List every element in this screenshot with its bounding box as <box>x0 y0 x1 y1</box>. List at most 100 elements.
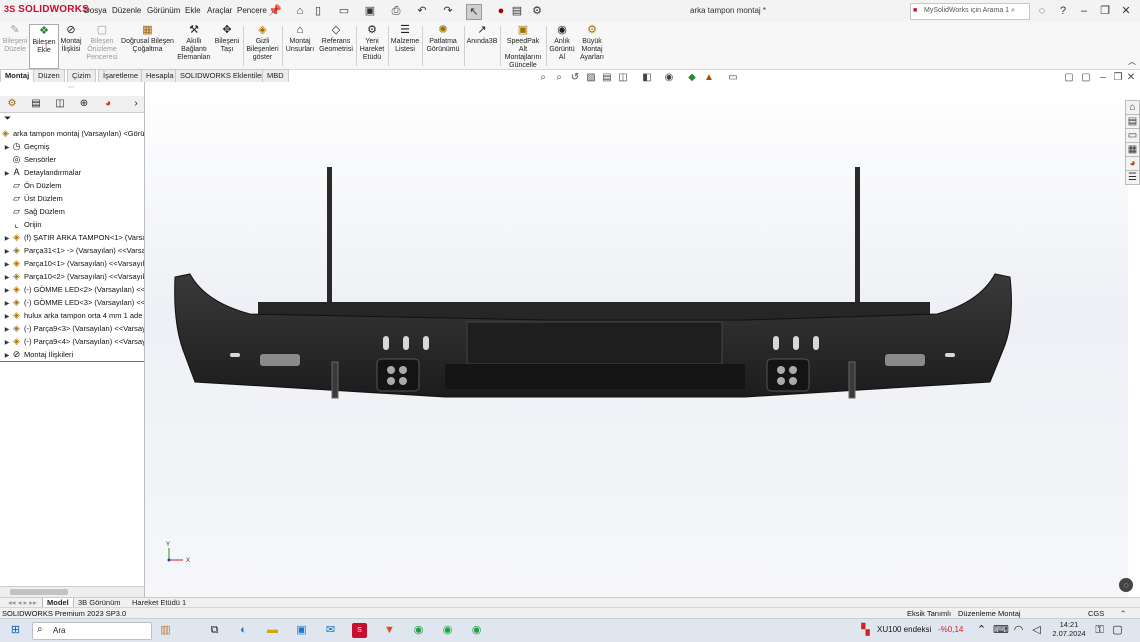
tab-montaj[interactable]: Montaj <box>0 69 35 83</box>
component-preview-button[interactable]: ▢ Bileşen Önizleme Penceresi <box>86 24 118 62</box>
tree-item[interactable]: ▶ ◷ Geçmiş <box>0 140 144 153</box>
expand-arrow-icon[interactable]: ▶ <box>3 285 11 296</box>
tree-item[interactable]: ◎ Sensörler <box>0 153 144 166</box>
units-dropdown-icon[interactable]: ⌃ <box>1120 609 1126 618</box>
expand-arrow-icon[interactable]: ▶ <box>3 311 11 322</box>
tree-item[interactable]: ▶ ◈ hulux arka tampon orta 4 mm 1 ade <box>0 309 144 322</box>
chrome-icon[interactable]: ◉ <box>411 623 426 638</box>
expand-arrow-icon[interactable]: ▶ <box>3 142 11 153</box>
solidworks-resources-icon[interactable]: ⌂ <box>1125 100 1140 115</box>
tree-item[interactable]: ▶ ◈ Parça31<1> -> (Varsayılan) <<Varsa <box>0 244 144 257</box>
file-explorer-icon[interactable]: ▬ <box>265 623 280 638</box>
solidworks-taskbar-icon[interactable]: S <box>352 623 367 638</box>
pin-icon[interactable]: 📌 <box>268 4 282 18</box>
tab-duzen[interactable]: Düzen <box>33 69 65 83</box>
search-box[interactable]: ■ MySolidWorks için Arama 1 ⌕ <box>910 3 1030 20</box>
menu-pencere[interactable]: Pencere <box>237 6 267 15</box>
tree-item[interactable]: ▱ Üst Düzlem <box>0 192 144 205</box>
select-cursor-icon[interactable]: ↖ <box>466 4 482 20</box>
mail-icon[interactable]: ✉ <box>323 623 338 638</box>
view-settings-icon[interactable]: ▭ <box>727 72 739 84</box>
expand-arrow-icon[interactable]: ▶ <box>3 168 11 179</box>
account-icon[interactable]: ◌ <box>1034 3 1050 19</box>
clock[interactable]: 14:21 2.07.2024 <box>1052 620 1086 638</box>
taskbar-search[interactable]: ⌕ Ara <box>32 622 152 640</box>
chrome-window-icon[interactable]: ◉ <box>469 623 484 638</box>
status-editing[interactable]: Düzenleme Montaj <box>958 609 1021 618</box>
tab-nav-arrows-icon[interactable]: ◂◂ ◂ ▸ ▸▸ <box>4 598 41 607</box>
filter-icon[interactable]: ⏷ <box>4 113 11 124</box>
expand-arrow-icon[interactable]: ▶ <box>3 233 11 244</box>
panel-grip-icon[interactable]: ⋯ <box>68 84 74 91</box>
show-hidden-button[interactable]: ◈ Gizli Bileşenleri göster <box>245 24 280 62</box>
edge-icon[interactable]: ◐ <box>236 623 251 638</box>
new-document-icon[interactable]: ▯ <box>311 4 325 18</box>
tree-item[interactable]: ⌞ Orijin <box>0 218 144 231</box>
tree-item[interactable]: ▶ A Detaylandırmalar <box>0 166 144 179</box>
expand-arrow-icon[interactable]: ▶ <box>3 246 11 257</box>
keyboard-icon[interactable]: ⌨ <box>993 623 1009 638</box>
menu-gorunum[interactable]: Görünüm <box>147 6 180 15</box>
exploded-view-button[interactable]: ✺ Patlatma Görünümü <box>424 24 462 54</box>
edit-appearance-icon[interactable]: ◆ <box>686 72 698 84</box>
tree-horizontal-scrollbar[interactable] <box>0 586 144 597</box>
restore-icon[interactable]: ❐ <box>1097 3 1113 19</box>
volume-icon[interactable]: ◁ <box>1029 623 1044 638</box>
tree-item[interactable]: ▶ ◈ (f) ŞATIR ARKA TAMPON<1> (Varsa <box>0 231 144 244</box>
smart-fasteners-button[interactable]: ⚒ Akıllı Bağlantı Elemanları <box>177 24 211 62</box>
tab-mbd[interactable]: MBD <box>262 69 289 83</box>
units-selector[interactable]: CGS <box>1088 609 1104 618</box>
zoom-to-fit-icon[interactable]: ⌕ <box>537 72 549 84</box>
stock-name[interactable]: XU100 endeksi <box>877 625 931 634</box>
print-icon[interactable]: ⎙ <box>389 4 403 18</box>
view-orientation-icon[interactable]: ◫ <box>617 72 629 84</box>
scroll-thumb[interactable] <box>10 589 68 595</box>
options-gear-icon[interactable]: ⚙ <box>530 4 544 18</box>
tab-3d-view[interactable]: 3B Görünüm <box>74 598 125 607</box>
hide-show-items-icon[interactable]: ◉ <box>663 72 675 84</box>
viewport-restore-icon[interactable]: ▢ <box>1063 72 1075 84</box>
menu-dosya[interactable]: Dosya <box>84 6 107 15</box>
tab-eklentiler[interactable]: SOLIDWORKS Eklentileri <box>175 69 271 83</box>
tab-hesapla[interactable]: Hesapla <box>141 69 179 83</box>
viewport-restore-icon[interactable]: ❐ <box>1112 72 1124 84</box>
menu-duzenle[interactable]: Düzenle <box>112 6 141 15</box>
menu-ekle[interactable]: Ekle <box>185 6 201 15</box>
configuration-tab-icon[interactable]: ◫ <box>52 97 68 110</box>
chat-icon[interactable]: ▢ <box>1110 623 1125 638</box>
tree-item[interactable]: ▱ Ön Düzlem <box>0 179 144 192</box>
file-explorer-icon[interactable]: ▭ <box>1125 128 1140 143</box>
property-manager-tab-icon[interactable]: ▤ <box>28 97 44 110</box>
tree-item[interactable]: ▶ ⊘ Montaj İlişkileri <box>0 348 144 362</box>
bom-button[interactable]: ☰ Malzeme Listesi <box>390 24 420 54</box>
expand-arrow-icon[interactable]: ▶ <box>3 324 11 335</box>
viewport-minimize-icon[interactable]: – <box>1097 72 1109 84</box>
file-properties-icon[interactable]: ▤ <box>510 4 524 18</box>
tray-chevron-icon[interactable]: ⌃ <box>974 623 989 638</box>
display-style-icon[interactable]: ◧ <box>641 72 653 84</box>
zoom-area-icon[interactable]: ⌕ <box>553 72 565 84</box>
app-logo[interactable]: 3S SOLIDWORKS <box>4 4 89 15</box>
expand-arrow-icon[interactable]: ▶ <box>3 298 11 309</box>
store-icon[interactable]: ▣ <box>294 623 309 638</box>
chrome-profile-icon[interactable]: ◉ <box>440 623 455 638</box>
expand-arrow-icon[interactable]: ▶ <box>3 259 11 270</box>
expand-arrow-icon[interactable]: ▶ <box>3 350 11 361</box>
tree-item[interactable]: ▶ ◈ (-) Parça9<3> (Varsayılan) <<Varsay <box>0 322 144 335</box>
feature-tree-tab-icon[interactable]: ⚙ <box>4 97 20 110</box>
appearances-icon[interactable]: ◕ <box>1125 156 1140 171</box>
viewport-close-icon[interactable]: ✕ <box>1125 72 1137 84</box>
widgets-icon[interactable]: ▥ <box>158 623 173 638</box>
view-cube-icon[interactable]: ◌ <box>1119 578 1133 592</box>
task-view-icon[interactable]: ⧉ <box>207 623 222 638</box>
bumper-model[interactable]: Y X <box>145 82 1128 598</box>
graphics-area[interactable]: Y X ⌕ ⌕ ↺ ▨ ▤ ◫ ◧ ◉ ◆ ▲ ▭ ▢ ▢ – ❐ ✕ ◌ <box>145 72 1135 598</box>
wifi-icon[interactable]: ◠ <box>1011 623 1026 638</box>
undo-icon[interactable]: ↶ <box>415 4 429 18</box>
section-view-icon[interactable]: ▨ <box>585 72 597 84</box>
move-component-button[interactable]: ✥ Bileşeni Taşı <box>213 24 241 54</box>
rebuild-icon[interactable]: ● <box>494 4 508 18</box>
help-icon[interactable]: ? <box>1055 3 1071 19</box>
dynamic-annotation-icon[interactable]: ▤ <box>601 72 613 84</box>
windows-start-icon[interactable]: ⊞ <box>8 623 23 638</box>
